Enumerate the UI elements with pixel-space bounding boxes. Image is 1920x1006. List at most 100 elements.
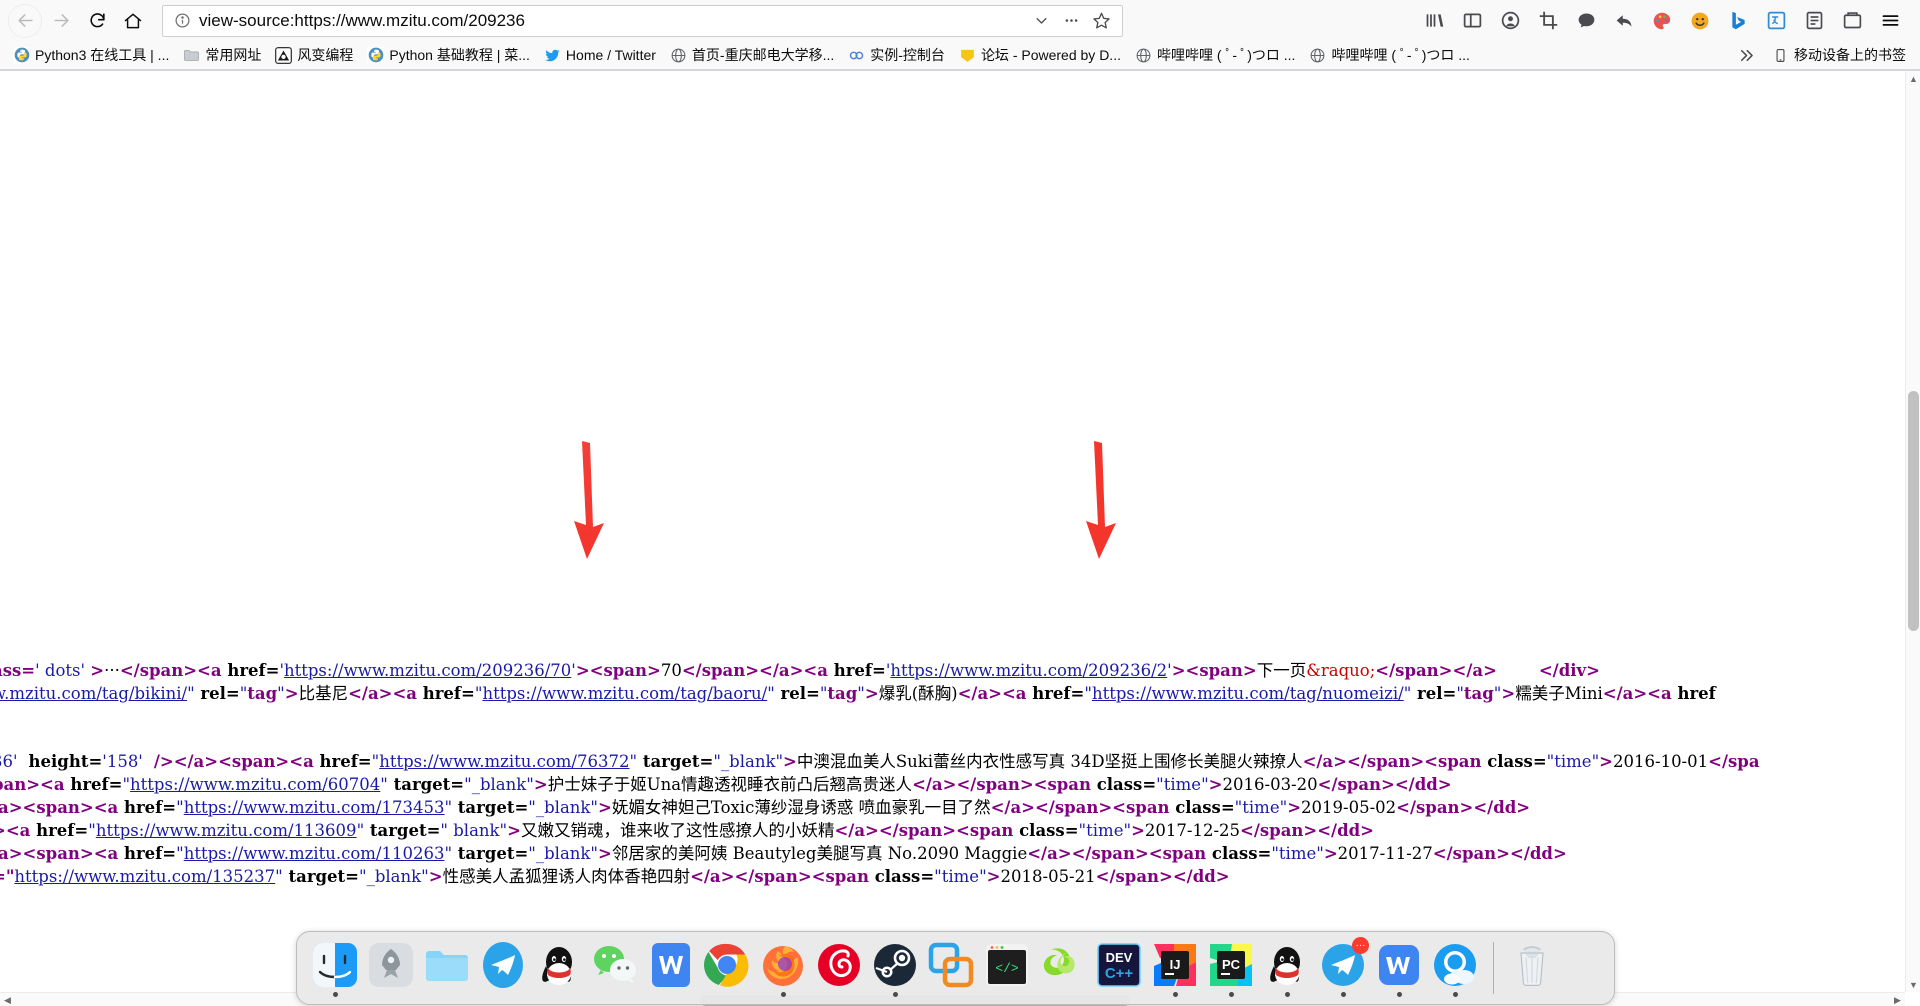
- dock-item-devcpp[interactable]: DEV C++: [1091, 937, 1147, 999]
- scroll-up-arrow[interactable]: ▲: [1906, 71, 1920, 86]
- chat-bubble-icon[interactable]: [1568, 4, 1604, 38]
- source-link[interactable]: https://www.mzitu.com/tag/baoru/: [482, 684, 767, 703]
- smiley-icon[interactable]: [1682, 4, 1718, 38]
- source-token: ' dots': [35, 661, 91, 680]
- source-link[interactable]: https://www.mzitu.com/135237: [14, 867, 275, 886]
- source-token: "_blank": [464, 775, 534, 794]
- library-icon[interactable]: [1416, 4, 1452, 38]
- dock-item-wechat[interactable]: [587, 937, 643, 999]
- dock-item-terminal[interactable]: </>: [979, 937, 1035, 999]
- source-link[interactable]: https://www.mzitu.com/110263: [184, 844, 445, 863]
- source-link[interactable]: https://www.mzitu.com/76372: [379, 752, 629, 771]
- undo-arrow-icon[interactable]: [1606, 4, 1642, 38]
- dock-item-firefox[interactable]: [755, 937, 811, 999]
- source-token: href=: [30, 821, 89, 840]
- chevron-double-right-icon[interactable]: [1729, 46, 1764, 65]
- star-icon[interactable]: [1086, 7, 1116, 35]
- ellipsis-icon[interactable]: [1056, 7, 1086, 35]
- source-link[interactable]: https://www.mzitu.com/tag/nuomeizi/: [1092, 684, 1404, 703]
- dock-item-chrome[interactable]: [699, 937, 755, 999]
- dock-running-dot: [1172, 992, 1178, 997]
- sidebar-icon[interactable]: [1454, 4, 1490, 38]
- dock-item-wps[interactable]: [643, 937, 699, 999]
- source-token: ><: [1134, 844, 1163, 863]
- info-circle-icon[interactable]: [169, 12, 195, 29]
- source-token: ": [1201, 775, 1209, 794]
- source-link[interactable]: https://www.mzitu.com/209236/2: [890, 661, 1167, 680]
- screenshot-icon[interactable]: [1530, 4, 1566, 38]
- dock-item-intellij[interactable]: IJ: [1147, 937, 1203, 999]
- vmware-icon: [925, 939, 977, 991]
- dock-item-telegram2[interactable]: ···: [1315, 937, 1371, 999]
- back-button[interactable]: [8, 3, 42, 38]
- source-token: ": [275, 867, 283, 886]
- source-token: rel=: [194, 684, 240, 703]
- bookmark-item-3[interactable]: Python 基础教程 | 菜...: [360, 43, 537, 67]
- source-token: ><: [797, 867, 826, 886]
- reader-icon[interactable]: [1796, 4, 1832, 38]
- dock-item-steam[interactable]: [867, 937, 923, 999]
- dock-item-launchpad[interactable]: [363, 937, 419, 999]
- scroll-down-arrow[interactable]: ▼: [1906, 977, 1920, 992]
- bookmark-item-6[interactable]: 实例-控制台: [841, 43, 952, 67]
- url-input[interactable]: [195, 10, 1026, 31]
- chevron-down-icon[interactable]: [1026, 7, 1056, 35]
- bookmark-item-mobile[interactable]: 移动设备上的书签: [1764, 43, 1914, 67]
- dock-running-dot: [892, 992, 898, 997]
- bookmark-item-5[interactable]: 首页-重庆邮电大学移...: [663, 43, 841, 67]
- dock-item-pycharm[interactable]: PC: [1203, 937, 1259, 999]
- source-token: >: [1586, 661, 1600, 680]
- source-link[interactable]: https://www.mzitu.com/60704: [130, 775, 380, 794]
- tab-group-icon[interactable]: [1834, 4, 1870, 38]
- dock-item-qqbrowser[interactable]: [1427, 937, 1483, 999]
- scroll-right-arrow[interactable]: ▶: [1890, 993, 1905, 1006]
- vertical-scrollbar-thumb[interactable]: [1908, 391, 1919, 631]
- dock-item-vmware[interactable]: [923, 937, 979, 999]
- qqbrowser-icon: [1429, 939, 1481, 991]
- bookmark-item-0[interactable]: Python3 在线工具 | ...: [6, 43, 176, 67]
- source-link[interactable]: w.mzitu.com/tag/bikini/: [0, 684, 187, 703]
- menu-icon[interactable]: [1872, 4, 1908, 38]
- source-token: </: [690, 867, 710, 886]
- source-token: href=: [64, 775, 123, 794]
- bookmark-item-7[interactable]: 论坛 - Powered by D...: [952, 43, 1128, 67]
- source-link[interactable]: https://www.mzitu.com/113609: [96, 821, 357, 840]
- forward-button[interactable]: [44, 4, 78, 38]
- home-button[interactable]: [116, 4, 150, 38]
- source-token: '158': [102, 752, 149, 771]
- source-token: 2017-12-25: [1144, 821, 1241, 840]
- source-token: a: [210, 661, 222, 680]
- scroll-left-arrow[interactable]: ◀: [0, 993, 15, 1006]
- steam-icon: [869, 939, 921, 991]
- bookmark-item-9[interactable]: 哔哩哔哩 ( ﾟ- ﾟ)つロ ...: [1302, 43, 1476, 67]
- account-icon[interactable]: [1492, 4, 1528, 38]
- dock-item-qq[interactable]: [531, 937, 587, 999]
- palette-icon[interactable]: [1644, 4, 1680, 38]
- url-bar[interactable]: [162, 4, 1123, 37]
- view-source-document[interactable]: ass=' dots' >···</span><a href='https://…: [0, 71, 1905, 992]
- source-token: /a><: [0, 798, 37, 817]
- dock-item-qq2[interactable]: [1259, 937, 1315, 999]
- bookmark-item-4[interactable]: Home / Twitter: [537, 45, 663, 66]
- dock-item-netease[interactable]: [811, 937, 867, 999]
- dock-item-folder[interactable]: [419, 937, 475, 999]
- bing-icon[interactable]: [1720, 4, 1756, 38]
- bookmark-item-2[interactable]: 风变编程: [268, 43, 360, 67]
- reload-button[interactable]: [80, 4, 114, 38]
- translate-icon[interactable]: [1758, 4, 1794, 38]
- bookmark-item-1[interactable]: 常用网址: [176, 43, 268, 67]
- source-token: span: [139, 661, 184, 680]
- dock-item-trash[interactable]: [1504, 937, 1560, 999]
- source-token: 护士妹子于姬Una情趣透视睡衣前凸后翘高贵迷人: [547, 775, 913, 794]
- dock-item-finder[interactable]: [307, 937, 363, 999]
- console-icon: [848, 47, 865, 64]
- dock-item-navicat[interactable]: [1035, 937, 1091, 999]
- source-link[interactable]: https://www.mzitu.com/173453: [184, 798, 445, 817]
- dock-item-telegram[interactable]: [475, 937, 531, 999]
- source-token: >: [1215, 867, 1230, 886]
- bookmark-item-8[interactable]: 哔哩哔哩 ( ﾟ- ﾟ)つロ ...: [1128, 43, 1302, 67]
- source-token: 2016-10-01: [1613, 752, 1709, 771]
- vertical-scrollbar[interactable]: ▲ ▼: [1905, 71, 1920, 992]
- dock-item-wps2[interactable]: [1371, 937, 1427, 999]
- source-link[interactable]: https://www.mzitu.com/209236/70: [284, 661, 571, 680]
